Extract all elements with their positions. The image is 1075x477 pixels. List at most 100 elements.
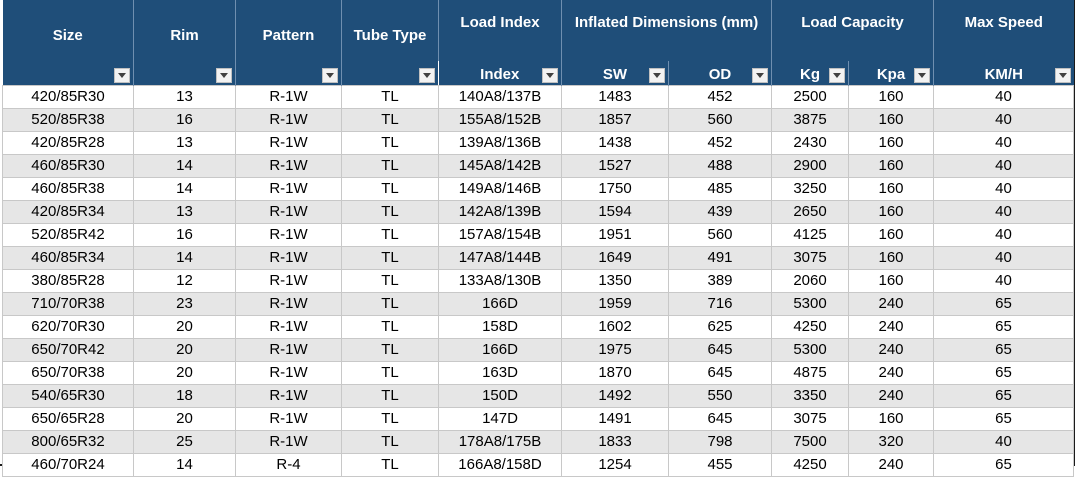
cell-pattern[interactable]: R-1W xyxy=(235,246,342,270)
cell-kmh[interactable]: 40 xyxy=(933,154,1075,178)
cell-size[interactable]: 650/70R42 xyxy=(2,338,134,362)
cell-od[interactable]: 560 xyxy=(667,223,773,247)
cell-sw[interactable]: 1833 xyxy=(561,430,669,454)
cell-kg[interactable]: 3875 xyxy=(771,108,850,132)
cell-rim[interactable]: 20 xyxy=(133,361,236,385)
cell-size[interactable]: 420/85R28 xyxy=(2,131,134,155)
filter-dropdown-icon[interactable] xyxy=(1054,68,1071,83)
cell-od[interactable]: 439 xyxy=(667,200,773,224)
cell-kmh[interactable]: 65 xyxy=(933,384,1075,408)
cell-sw[interactable]: 1649 xyxy=(561,246,669,270)
cell-od[interactable]: 645 xyxy=(667,338,773,362)
cell-kpa[interactable]: 240 xyxy=(848,338,935,362)
cell-kpa[interactable]: 160 xyxy=(848,108,935,132)
cell-kmh[interactable]: 40 xyxy=(933,269,1075,293)
cell-sw[interactable]: 1975 xyxy=(561,338,669,362)
cell-tube-type[interactable]: TL xyxy=(341,108,439,132)
cell-kmh[interactable]: 40 xyxy=(933,200,1075,224)
cell-index[interactable]: 139A8/136B xyxy=(438,131,562,155)
cell-sw[interactable]: 1527 xyxy=(561,154,669,178)
filter-dropdown-icon[interactable] xyxy=(914,68,931,83)
cell-rim[interactable]: 16 xyxy=(133,223,236,247)
cell-sw[interactable]: 1254 xyxy=(561,453,669,477)
cell-sw[interactable]: 1492 xyxy=(561,384,669,408)
cell-index[interactable]: 155A8/152B xyxy=(438,108,562,132)
cell-pattern[interactable]: R-1W xyxy=(235,361,342,385)
cell-kg[interactable]: 2060 xyxy=(771,269,850,293)
cell-size[interactable]: 460/85R34 xyxy=(2,246,134,270)
cell-rim[interactable]: 12 xyxy=(133,269,236,293)
cell-sw[interactable]: 1594 xyxy=(561,200,669,224)
cell-kg[interactable]: 2500 xyxy=(771,85,850,109)
cell-pattern[interactable]: R-1W xyxy=(235,154,342,178)
cell-rim[interactable]: 13 xyxy=(133,200,236,224)
cell-tube-type[interactable]: TL xyxy=(341,384,439,408)
cell-sw[interactable]: 1438 xyxy=(561,131,669,155)
cell-kmh[interactable]: 40 xyxy=(933,131,1075,155)
cell-index[interactable]: 147D xyxy=(438,407,562,431)
cell-index[interactable]: 149A8/146B xyxy=(438,177,562,201)
cell-sw[interactable]: 1959 xyxy=(561,292,669,316)
cell-tube-type[interactable]: TL xyxy=(341,85,439,109)
cell-kmh[interactable]: 65 xyxy=(933,338,1075,362)
cell-od[interactable]: 488 xyxy=(667,154,773,178)
cell-od[interactable]: 491 xyxy=(667,246,773,270)
cell-kg[interactable]: 2900 xyxy=(771,154,850,178)
cell-pattern[interactable]: R-1W xyxy=(235,131,342,155)
cell-kpa[interactable]: 160 xyxy=(848,269,935,293)
cell-pattern[interactable]: R-4 xyxy=(235,453,342,477)
cell-rim[interactable]: 16 xyxy=(133,108,236,132)
cell-pattern[interactable]: R-1W xyxy=(235,108,342,132)
filter-dropdown-icon[interactable] xyxy=(649,68,665,83)
cell-kg[interactable]: 5300 xyxy=(771,338,850,362)
filter-dropdown-icon[interactable] xyxy=(114,68,130,83)
cell-pattern[interactable]: R-1W xyxy=(235,315,342,339)
filter-dropdown-icon[interactable] xyxy=(322,68,338,83)
cell-od[interactable]: 645 xyxy=(667,407,773,431)
cell-kmh[interactable]: 40 xyxy=(933,177,1075,201)
cell-index[interactable]: 145A8/142B xyxy=(438,154,562,178)
cell-size[interactable]: 520/85R38 xyxy=(2,108,134,132)
cell-size[interactable]: 380/85R28 xyxy=(2,269,134,293)
cell-sw[interactable]: 1483 xyxy=(561,85,669,109)
cell-kpa[interactable]: 320 xyxy=(848,430,935,454)
cell-rim[interactable]: 13 xyxy=(133,131,236,155)
cell-kg[interactable]: 5300 xyxy=(771,292,850,316)
cell-kpa[interactable]: 240 xyxy=(848,292,935,316)
cell-od[interactable]: 625 xyxy=(667,315,773,339)
cell-pattern[interactable]: R-1W xyxy=(235,292,342,316)
cell-tube-type[interactable]: TL xyxy=(341,338,439,362)
filter-dropdown-icon[interactable] xyxy=(542,68,558,83)
cell-index[interactable]: 150D xyxy=(438,384,562,408)
cell-od[interactable]: 560 xyxy=(667,108,773,132)
cell-size[interactable]: 460/85R38 xyxy=(2,177,134,201)
cell-od[interactable]: 485 xyxy=(667,177,773,201)
cell-kg[interactable]: 4250 xyxy=(771,315,850,339)
cell-pattern[interactable]: R-1W xyxy=(235,384,342,408)
cell-sw[interactable]: 1350 xyxy=(561,269,669,293)
cell-pattern[interactable]: R-1W xyxy=(235,338,342,362)
cell-rim[interactable]: 14 xyxy=(133,177,236,201)
cell-od[interactable]: 645 xyxy=(667,361,773,385)
cell-kpa[interactable]: 160 xyxy=(848,131,935,155)
cell-tube-type[interactable]: TL xyxy=(341,292,439,316)
cell-rim[interactable]: 20 xyxy=(133,407,236,431)
cell-tube-type[interactable]: TL xyxy=(341,315,439,339)
cell-kg[interactable]: 7500 xyxy=(771,430,850,454)
cell-kmh[interactable]: 40 xyxy=(933,223,1075,247)
cell-rim[interactable]: 14 xyxy=(133,453,236,477)
cell-od[interactable]: 550 xyxy=(667,384,773,408)
cell-kmh[interactable]: 65 xyxy=(933,292,1075,316)
cell-kmh[interactable]: 65 xyxy=(933,315,1075,339)
cell-tube-type[interactable]: TL xyxy=(341,131,439,155)
cell-kg[interactable]: 4125 xyxy=(771,223,850,247)
cell-size[interactable]: 420/85R30 xyxy=(2,85,134,109)
filter-dropdown-icon[interactable] xyxy=(216,68,232,83)
cell-rim[interactable]: 14 xyxy=(133,246,236,270)
cell-kmh[interactable]: 65 xyxy=(933,453,1075,477)
cell-index[interactable]: 166D xyxy=(438,338,562,362)
cell-index[interactable]: 142A8/139B xyxy=(438,200,562,224)
cell-kpa[interactable]: 240 xyxy=(848,384,935,408)
cell-kpa[interactable]: 160 xyxy=(848,407,935,431)
cell-tube-type[interactable]: TL xyxy=(341,407,439,431)
